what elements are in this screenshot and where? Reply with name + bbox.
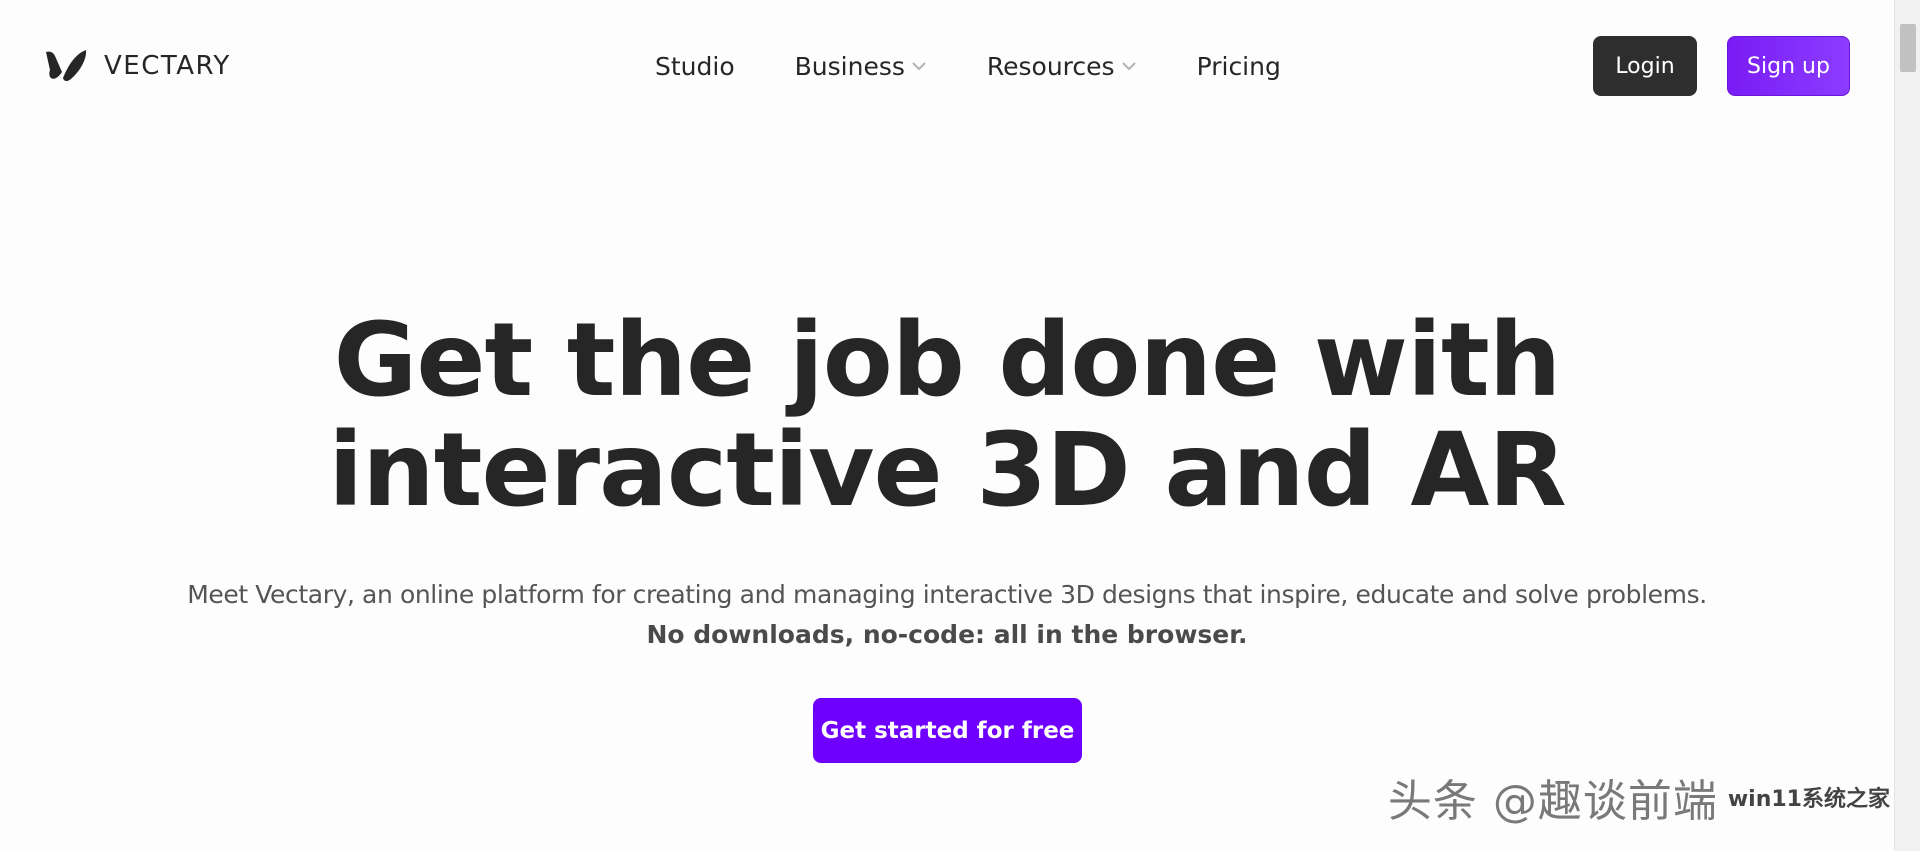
watermark-site: win11系统之家 <box>1727 787 1890 812</box>
nav-item-label: Business <box>794 51 905 81</box>
signup-button[interactable]: Sign up <box>1727 36 1850 96</box>
brand-logo-link[interactable]: VECTARY <box>44 48 231 84</box>
hero-subtitle: Meet Vectary, an online platform for cre… <box>0 575 1894 655</box>
get-started-button[interactable]: Get started for free <box>813 698 1082 763</box>
nav-item-label: Studio <box>655 51 735 81</box>
login-button[interactable]: Login <box>1593 36 1697 96</box>
nav-item-resources[interactable]: Resources <box>987 52 1137 81</box>
nav-item-pricing[interactable]: Pricing <box>1197 52 1281 81</box>
hero-title-line-1: Get the job done with <box>333 301 1562 420</box>
vectary-v-logo-icon <box>46 50 87 81</box>
nav-item-label: Pricing <box>1196 51 1281 81</box>
hero-subtitle-text: Meet Vectary, an online platform for cre… <box>187 580 1707 609</box>
vertical-scrollbar[interactable] <box>1894 0 1920 851</box>
nav-item-label: Resources <box>986 51 1115 81</box>
hero-title-line-2: interactive 3D and AR <box>328 411 1567 530</box>
chevron-down-icon <box>912 62 926 71</box>
hero-title: Get the job done with interactive 3D and… <box>0 306 1894 526</box>
main-nav: Studio Business Resources Pricing <box>655 48 1281 84</box>
scrollbar-thumb[interactable] <box>1900 24 1916 72</box>
hero-subtitle-bold: No downloads, no-code: all in the browse… <box>646 620 1248 649</box>
chevron-down-icon <box>1121 62 1136 71</box>
nav-item-business[interactable]: Business <box>795 52 927 81</box>
watermark-text: 头条 @趣谈前端 <box>1387 776 1718 827</box>
brand-name: VECTARY <box>104 51 231 81</box>
site-header: VECTARY Studio Business Resources Pricin… <box>0 0 1894 132</box>
watermark: 头条 @趣谈前端 win11系统之家 <box>1388 765 1890 829</box>
nav-item-studio[interactable]: Studio <box>655 52 735 81</box>
page: VECTARY Studio Business Resources Pricin… <box>0 0 1920 851</box>
